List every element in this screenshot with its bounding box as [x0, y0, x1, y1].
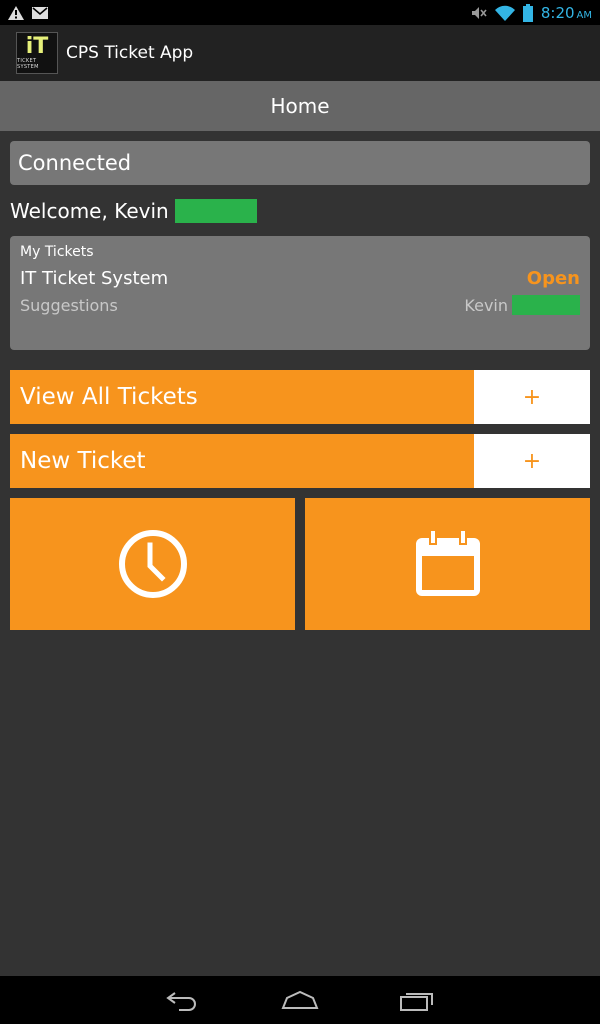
clock-icon	[118, 530, 187, 598]
welcome-message: Welcome, Kevin	[10, 196, 257, 226]
welcome-text: Welcome, Kevin	[10, 199, 169, 223]
view-all-tickets-row: View All Tickets +	[10, 370, 590, 424]
action-bar: iT TICKET SYSTEM CPS Ticket App	[0, 25, 600, 81]
home-icon[interactable]	[281, 990, 319, 1010]
clock-tile[interactable]	[10, 498, 295, 630]
ticket-details: Suggestions Kevin	[20, 295, 580, 315]
gmail-icon	[32, 6, 48, 19]
connection-status: Connected	[10, 141, 590, 185]
time-ampm: AM	[576, 9, 592, 21]
logo-subtext: TICKET SYSTEM	[17, 58, 39, 70]
my-tickets-card[interactable]: My Tickets IT Ticket System Open Suggest…	[10, 236, 590, 350]
status-time: 8:20 AM	[541, 4, 592, 22]
recent-apps-icon[interactable]	[399, 989, 435, 1011]
view-all-tickets-plus-button[interactable]: +	[474, 370, 590, 424]
ticket-name: IT Ticket System	[20, 268, 169, 289]
view-all-tickets-button[interactable]: View All Tickets	[10, 370, 474, 424]
calendar-icon	[415, 529, 480, 596]
status-bar: 8:20 AM	[0, 0, 600, 25]
my-tickets-heading: My Tickets	[20, 244, 94, 260]
warning-icon	[8, 5, 24, 20]
status-right: 8:20 AM	[471, 3, 592, 22]
ticket-status: Open	[526, 268, 580, 289]
app-title: CPS Ticket App	[66, 43, 194, 63]
calendar-tile[interactable]	[305, 498, 590, 630]
status-left	[8, 5, 48, 20]
ticket-category: Suggestions	[20, 295, 118, 315]
wifi-icon	[494, 5, 515, 21]
mute-icon	[471, 6, 487, 19]
ticket-owner: Kevin	[464, 295, 580, 315]
new-ticket-row: New Ticket +	[10, 434, 590, 488]
new-ticket-button[interactable]: New Ticket	[10, 434, 474, 488]
ticket-owner-name: Kevin	[464, 295, 508, 315]
battery-icon	[522, 3, 533, 22]
back-icon[interactable]	[165, 989, 201, 1011]
nav-bar	[0, 976, 600, 1024]
app-logo[interactable]: iT TICKET SYSTEM	[16, 32, 58, 74]
time-value: 8:20	[540, 3, 575, 22]
ticket-row[interactable]: IT Ticket System Open	[20, 268, 580, 289]
redacted-name	[174, 199, 257, 223]
logo-text: iT	[25, 34, 49, 59]
page-title: Home	[0, 81, 600, 131]
redacted-owner	[512, 295, 580, 315]
new-ticket-plus-button[interactable]: +	[474, 434, 590, 488]
